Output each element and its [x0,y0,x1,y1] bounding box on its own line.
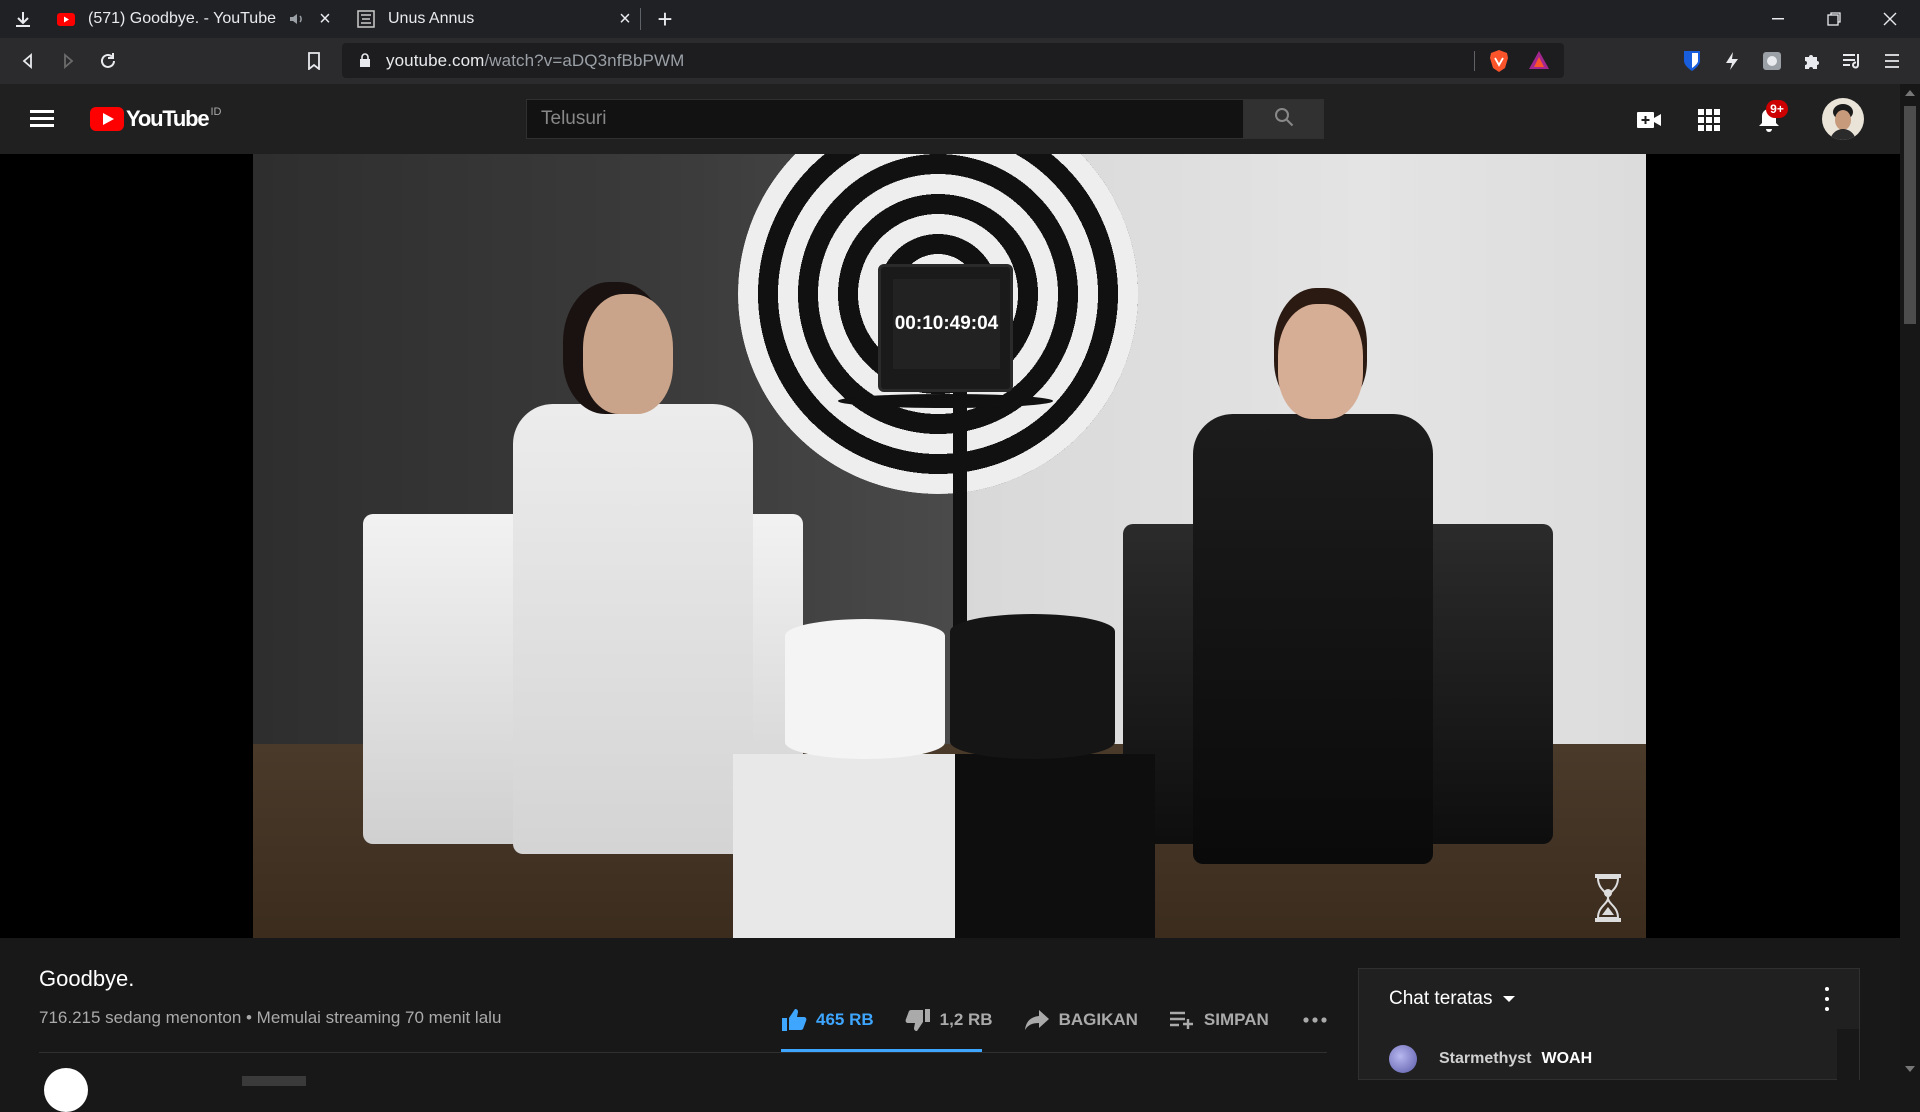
dislike-button[interactable]: 1,2 RB [904,1006,993,1034]
lock-icon[interactable] [356,52,374,70]
chevron-down-icon[interactable] [1502,996,1515,1002]
speaker-icon[interactable] [286,8,308,30]
close-window-button[interactable] [1862,0,1918,38]
share-arrow-icon [1023,1006,1051,1034]
chat-menu-icon[interactable] [1817,987,1837,1011]
youtube-logo[interactable]: YouTube ID [90,106,221,132]
countdown-timer: 00:10:49:04 [893,279,1000,369]
search-icon [1274,107,1294,132]
minimize-button[interactable] [1750,0,1806,38]
account-avatar[interactable] [1822,98,1864,140]
youtube-masthead: YouTube ID 9+ [0,84,1900,154]
coffin-table-white [733,754,955,938]
back-icon[interactable] [14,47,42,75]
video-meta: 716.215 sedang menonton • Memulai stream… [39,1008,502,1027]
url-host: youtube.com [386,50,485,70]
save-label: SIMPAN [1203,1010,1269,1029]
browser-tab-bar: (571) Goodbye. - YouTube × Unus Annus × … [0,0,1920,38]
search-button[interactable] [1244,99,1324,139]
more-actions-icon[interactable] [1299,1004,1331,1036]
coffin-table-black [955,754,1155,938]
tab-title: Unus Annus [388,10,475,27]
brave-rewards-icon[interactable] [1528,50,1550,75]
tab-separator [640,8,641,30]
media-controls-icon[interactable] [1838,47,1866,75]
video-player[interactable]: 00:10:49:04 [0,154,1900,938]
apps-grid-icon[interactable] [1694,105,1724,135]
new-tab-button[interactable]: + [652,4,678,34]
omnibox-divider [1474,51,1475,71]
flower-box-white [785,619,945,759]
bitwarden-icon[interactable] [1678,47,1706,75]
flower-box-black [950,614,1115,759]
scrollbar-thumb[interactable] [1904,106,1916,324]
scroll-down-arrow-icon[interactable] [1905,1066,1915,1072]
video-frame[interactable]: 00:10:49:04 [253,154,1646,938]
page-scrollbar[interactable] [1900,84,1920,1080]
share-label: BAGIKAN [1058,1010,1138,1029]
playlist-add-icon [1168,1006,1196,1034]
forward-icon[interactable] [54,47,82,75]
scroll-up-arrow-icon[interactable] [1905,90,1915,96]
tv-stand-top [838,394,1053,408]
subscribe-placeholder [242,1076,306,1086]
unus-annus-favicon-icon [356,9,376,29]
like-button[interactable]: 465 RB [780,1006,874,1034]
brave-shields-icon[interactable] [1488,49,1510,78]
host-in-black [1183,304,1443,864]
chat-author-name[interactable]: Starmethyst [1439,1050,1531,1068]
like-count: 465 RB [816,1010,874,1029]
thumbs-down-icon [904,1006,932,1034]
tab-youtube[interactable]: (571) Goodbye. - YouTube × [46,0,342,38]
address-bar[interactable]: youtube.com/watch?v=aDQ3nfBbPWM [342,43,1564,78]
restore-button[interactable] [1806,0,1862,38]
channel-avatar[interactable] [44,1068,88,1112]
chat-message-text: WOAH [1541,1050,1593,1067]
reload-icon[interactable] [94,47,122,75]
search-input[interactable] [526,99,1245,139]
bookmark-icon[interactable] [300,47,328,75]
host-in-white [503,294,763,854]
create-video-icon[interactable] [1634,105,1664,135]
browser-toolbar: youtube.com/watch?v=aDQ3nfBbPWM [0,38,1920,84]
save-button[interactable]: SIMPAN [1168,1006,1269,1034]
thumbs-up-icon [780,1006,808,1034]
extensions-puzzle-icon[interactable] [1798,47,1826,75]
url-text[interactable]: youtube.com/watch?v=aDQ3nfBbPWM [386,51,684,71]
chat-author-avatar[interactable] [1389,1045,1417,1073]
video-title: Goodbye. [39,966,135,991]
tab-title: (571) Goodbye. - YouTube [88,10,276,27]
search-bar [526,99,1324,139]
chat-header: Chat teratas [1359,969,1859,1029]
logo-country-code: ID [210,106,222,118]
close-tab-icon[interactable]: × [614,8,636,30]
hourglass-watermark-icon[interactable] [1592,872,1624,924]
extension-box-icon[interactable] [1758,47,1786,75]
logo-wordmark: YouTube [126,106,210,131]
share-button[interactable]: BAGIKAN [1023,1006,1138,1034]
notification-count-badge: 9+ [1766,100,1788,118]
youtube-play-icon [90,107,124,131]
crt-tv: 00:10:49:04 [878,264,1013,392]
chat-scrollbar[interactable] [1837,1029,1859,1081]
youtube-favicon-icon [56,9,76,29]
url-path: /watch?v=aDQ3nfBbPWM [484,50,685,70]
chat-message: Starmethyst WOAH [1389,1045,1592,1073]
guide-menu-icon[interactable] [30,106,60,132]
close-tab-icon[interactable]: × [314,8,336,30]
dislike-count: 1,2 RB [939,1010,993,1029]
extension-bolt-icon[interactable] [1718,47,1746,75]
video-actions: 465 RB 1,2 RB BAGIKAN SIMPAN [780,1002,1331,1038]
tab-unus-annus[interactable]: Unus Annus × [346,0,642,38]
download-icon[interactable] [10,7,36,33]
divider [39,1052,1327,1053]
menu-icon[interactable] [1878,47,1906,75]
live-chat: Chat teratas Starmethyst WOAH [1358,968,1860,1081]
chat-mode-dropdown[interactable]: Chat teratas [1389,988,1493,1010]
